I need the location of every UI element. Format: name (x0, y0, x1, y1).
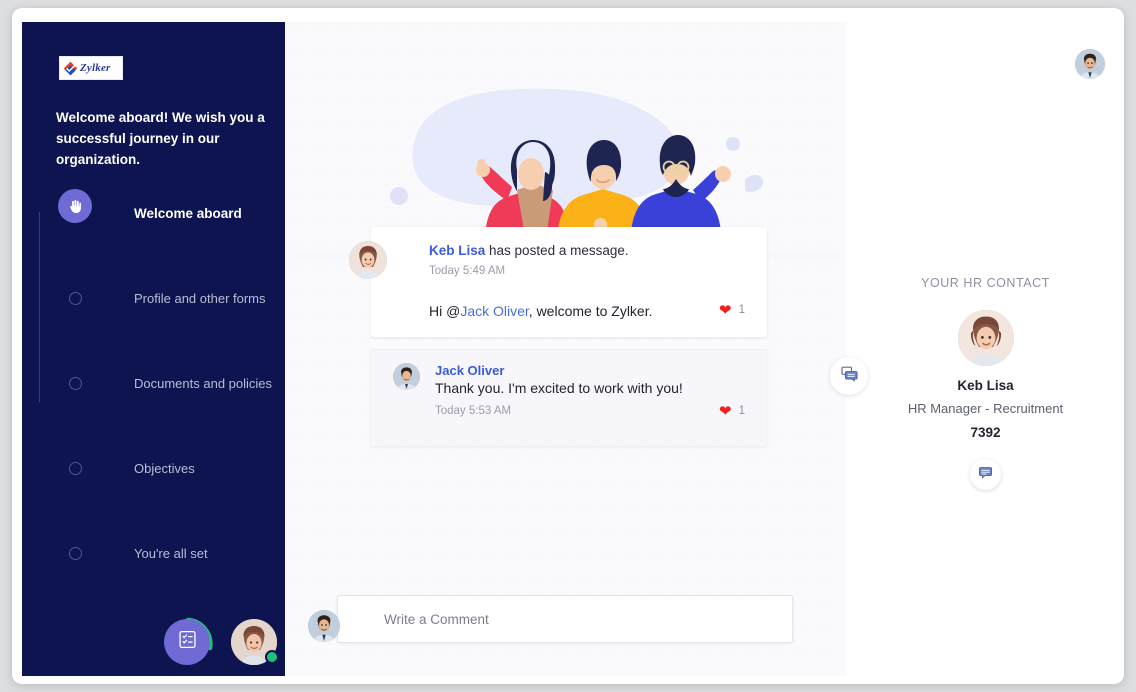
reply-author-avatar[interactable] (393, 363, 420, 390)
top-bar-user-avatar[interactable] (1075, 49, 1105, 79)
comment-box[interactable]: Write a Comment (308, 595, 793, 643)
heart-icon[interactable]: ❤ (719, 301, 732, 319)
step-dot-icon (69, 291, 82, 305)
sidebar-step-profile-and-other-forms[interactable]: Profile and other forms (58, 277, 278, 320)
onboarding-steps: Welcome aboard Profile and other forms D… (58, 189, 278, 561)
reply-like-group[interactable]: ❤ 1 (719, 402, 745, 420)
reply-timestamp: Today 5:53 AM (435, 405, 512, 417)
post-body: Hi @Jack Oliver, welcome to Zylker. ❤ 1 (371, 291, 767, 337)
zylker-logo-mark (63, 61, 78, 76)
zylker-logo[interactable]: Zylker (59, 56, 123, 80)
steps-rail (39, 212, 40, 402)
hr-contact-extension: 7392 (970, 425, 1001, 440)
post-text-before-mention: Hi @ (429, 303, 461, 319)
sidebar-step-objectives[interactable]: Objectives (58, 447, 278, 490)
sidebar-step-label: Profile and other forms (134, 290, 266, 306)
hr-contact-name: Keb Lisa (957, 378, 1014, 393)
checklist-icon (177, 629, 198, 655)
post-author-name[interactable]: Keb Lisa (429, 243, 485, 258)
sidebar-step-label: Objectives (134, 460, 195, 476)
checklist-fab-button[interactable] (164, 619, 210, 665)
sidebar-step-documents-and-policies[interactable]: Documents and policies (58, 362, 278, 405)
hr-contact-panel: YOUR HR CONTACT Keb Lisa HR Manager - Re… (847, 22, 1124, 676)
hr-contact-role: HR Manager - Recruitment (907, 401, 1064, 416)
post-header-text: Keb Lisa has posted a message. (429, 243, 751, 258)
chat-fab-button[interactable] (830, 357, 868, 395)
sidebar-step-label: Welcome aboard (134, 205, 242, 221)
hr-contact-heading: YOUR HR CONTACT (921, 276, 1050, 290)
sidebar-step-label: You're all set (134, 545, 208, 561)
sidebar: Zylker Welcome aboard! We wish you a suc… (22, 22, 285, 676)
sidebar-step-welcome-aboard[interactable]: Welcome aboard (58, 189, 278, 235)
app-window: Zylker Welcome aboard! We wish you a suc… (12, 8, 1124, 684)
chat-bubbles-icon (840, 364, 859, 388)
reply-author-name[interactable]: Jack Oliver (435, 363, 751, 378)
sidebar-welcome-message: Welcome aboard! We wish you a successful… (56, 110, 265, 167)
feed-panel: Keb Lisa has posted a message. Today 5:4… (285, 22, 847, 676)
sidebar-step-youre-all-set[interactable]: You're all set (58, 532, 278, 575)
chat-bubble-icon (978, 465, 993, 485)
post-author-avatar[interactable] (349, 241, 387, 279)
online-status-indicator (265, 650, 279, 664)
step-dot-icon (69, 546, 82, 560)
post-header: Keb Lisa has posted a message. Today 5:4… (349, 227, 767, 291)
heart-icon[interactable]: ❤ (719, 402, 732, 420)
post-like-count: 1 (738, 304, 745, 316)
reply-card: Jack Oliver Thank you. I'm excited to wo… (371, 349, 767, 446)
post-timestamp: Today 5:49 AM (429, 265, 506, 277)
hr-contact-avatar[interactable] (957, 310, 1014, 366)
sidebar-step-label: Documents and policies (134, 375, 273, 391)
step-dot-icon (69, 376, 82, 390)
step-dot-icon (69, 461, 82, 475)
reply-inner: Jack Oliver Thank you. I'm excited to wo… (371, 350, 767, 427)
reply-like-count: 1 (738, 405, 745, 417)
waving-hand-icon (58, 189, 92, 223)
post-header-suffix: has posted a message. (485, 243, 629, 258)
reply-text: Thank you. I'm excited to work with you! (435, 380, 683, 396)
post-like-group[interactable]: ❤ 1 (719, 301, 745, 319)
current-user-avatar (308, 610, 340, 642)
hr-chat-button[interactable] (970, 459, 1001, 490)
zylker-logo-text: Zylker (80, 62, 111, 74)
comment-input-placeholder[interactable]: Write a Comment (384, 612, 489, 627)
post-text-after-mention: , welcome to Zylker. (528, 303, 653, 319)
post-card: Keb Lisa has posted a message. Today 5:4… (349, 227, 767, 337)
hr-contact-card: YOUR HR CONTACT Keb Lisa HR Manager - Re… (847, 276, 1124, 490)
post-mention[interactable]: Jack Oliver (460, 303, 528, 319)
